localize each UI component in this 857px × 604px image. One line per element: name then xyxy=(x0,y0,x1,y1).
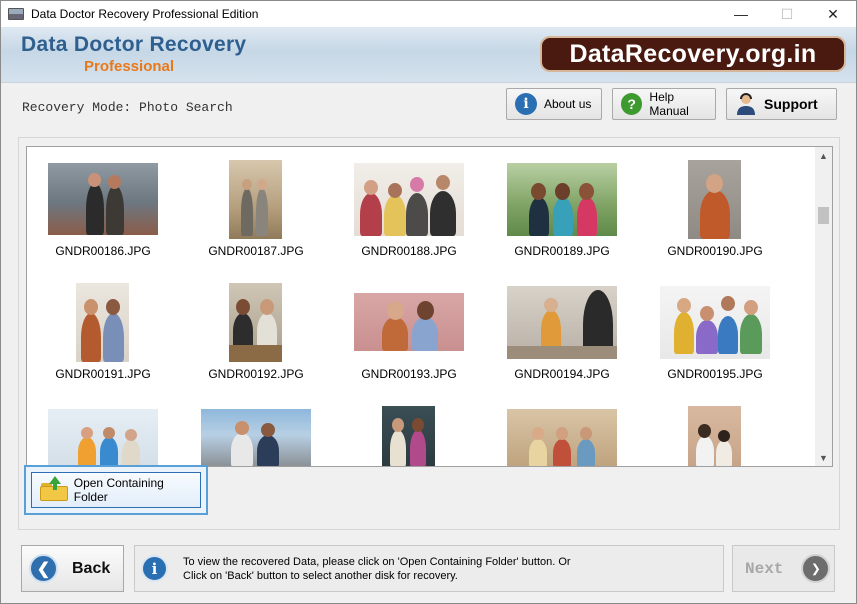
brand-title: Data Doctor Recovery xyxy=(21,33,247,56)
next-label: Next xyxy=(745,559,784,578)
info-message-box: i To view the recovered Data, please cli… xyxy=(134,545,724,592)
scroll-down-arrow-icon[interactable]: ▼ xyxy=(815,449,832,466)
next-arrow-icon: ❯ xyxy=(801,554,831,583)
photo-thumbnail[interactable] xyxy=(660,286,770,359)
photo-filename: GNDR00190.JPG xyxy=(667,244,763,258)
about-us-label: About us xyxy=(544,97,592,111)
open-folder-focus-ring: Open Containing Folder xyxy=(24,465,208,515)
photo-filename: GNDR00193.JPG xyxy=(361,367,457,381)
open-containing-folder-label: Open Containing Folder xyxy=(73,476,164,504)
photo-thumbnail[interactable] xyxy=(201,409,311,466)
next-button[interactable]: Next ❯ xyxy=(732,545,835,592)
photo-thumbnail[interactable] xyxy=(507,286,617,359)
folder-icon xyxy=(40,476,68,501)
scroll-up-arrow-icon[interactable]: ▲ xyxy=(815,147,832,164)
photo-filename: GNDR00191.JPG xyxy=(55,367,151,381)
question-icon: ? xyxy=(621,93,643,115)
about-us-button[interactable]: i About us xyxy=(506,88,602,120)
maximize-button[interactable]: ☐ xyxy=(764,1,810,27)
photo-gallery[interactable]: GNDR00186.JPG GNDR00187.JPG GNDR00188.JP… xyxy=(26,146,833,467)
info-line-2: Click on 'Back' button to select another… xyxy=(183,569,458,582)
site-logo: DataRecovery.org.in xyxy=(540,36,846,72)
photo-thumbnail[interactable] xyxy=(76,283,129,362)
photo-thumbnail[interactable] xyxy=(48,409,158,466)
photo-filename: GNDR00187.JPG xyxy=(208,244,304,258)
gallery-scrollbar[interactable]: ▲ ▼ xyxy=(815,147,832,466)
app-icon xyxy=(8,8,24,20)
photo-filename: GNDR00195.JPG xyxy=(667,367,763,381)
app-window: Data Doctor Recovery Professional Editio… xyxy=(0,0,857,604)
help-manual-button[interactable]: ? Help Manual xyxy=(612,88,716,120)
open-containing-folder-button[interactable]: Open Containing Folder xyxy=(31,472,201,508)
brand-edition: Professional xyxy=(84,58,175,75)
info-line-1: To view the recovered Data, please click… xyxy=(183,555,571,568)
photo-thumbnail[interactable] xyxy=(48,163,158,235)
photo-filename: GNDR00186.JPG xyxy=(55,244,151,258)
photo-thumbnail[interactable] xyxy=(382,406,435,466)
photo-thumbnail[interactable] xyxy=(688,160,741,239)
photo-thumbnail[interactable] xyxy=(229,283,282,362)
photo-thumbnail[interactable] xyxy=(229,160,282,239)
photo-thumbnail[interactable] xyxy=(507,163,617,236)
site-logo-text: DataRecovery.org.in xyxy=(569,39,817,68)
photo-filename: GNDR00189.JPG xyxy=(514,244,610,258)
photo-filename: GNDR00192.JPG xyxy=(208,367,304,381)
support-label: Support xyxy=(764,96,818,112)
photo-thumbnail[interactable] xyxy=(688,406,741,466)
close-button[interactable]: ✕ xyxy=(810,1,856,27)
title-bar: Data Doctor Recovery Professional Editio… xyxy=(1,1,856,27)
photo-thumbnail[interactable] xyxy=(354,163,464,236)
photo-filename: GNDR00188.JPG xyxy=(361,244,457,258)
info-icon: i xyxy=(141,555,168,582)
photo-thumbnail[interactable] xyxy=(507,409,617,466)
header-divider xyxy=(1,82,856,83)
help-manual-label: Help Manual xyxy=(649,90,689,118)
back-arrow-icon: ❮ xyxy=(29,554,58,583)
photo-filename: GNDR00194.JPG xyxy=(514,367,610,381)
support-agent-icon xyxy=(735,93,757,115)
back-button[interactable]: ❮ Back xyxy=(21,545,124,592)
minimize-button[interactable]: — xyxy=(718,1,764,27)
support-button[interactable]: Support xyxy=(726,88,837,120)
window-title: Data Doctor Recovery Professional Editio… xyxy=(31,7,259,21)
photo-thumbnail[interactable] xyxy=(354,293,464,351)
info-icon: i xyxy=(515,93,537,115)
recovery-mode-label: Recovery Mode: Photo Search xyxy=(22,100,233,115)
window-controls: — ☐ ✕ xyxy=(718,1,856,27)
back-label: Back xyxy=(72,559,111,577)
info-message: To view the recovered Data, please click… xyxy=(183,555,571,583)
header-banner: Data Doctor Recovery Professional DataRe… xyxy=(1,27,856,82)
scroll-thumb[interactable] xyxy=(818,207,829,224)
